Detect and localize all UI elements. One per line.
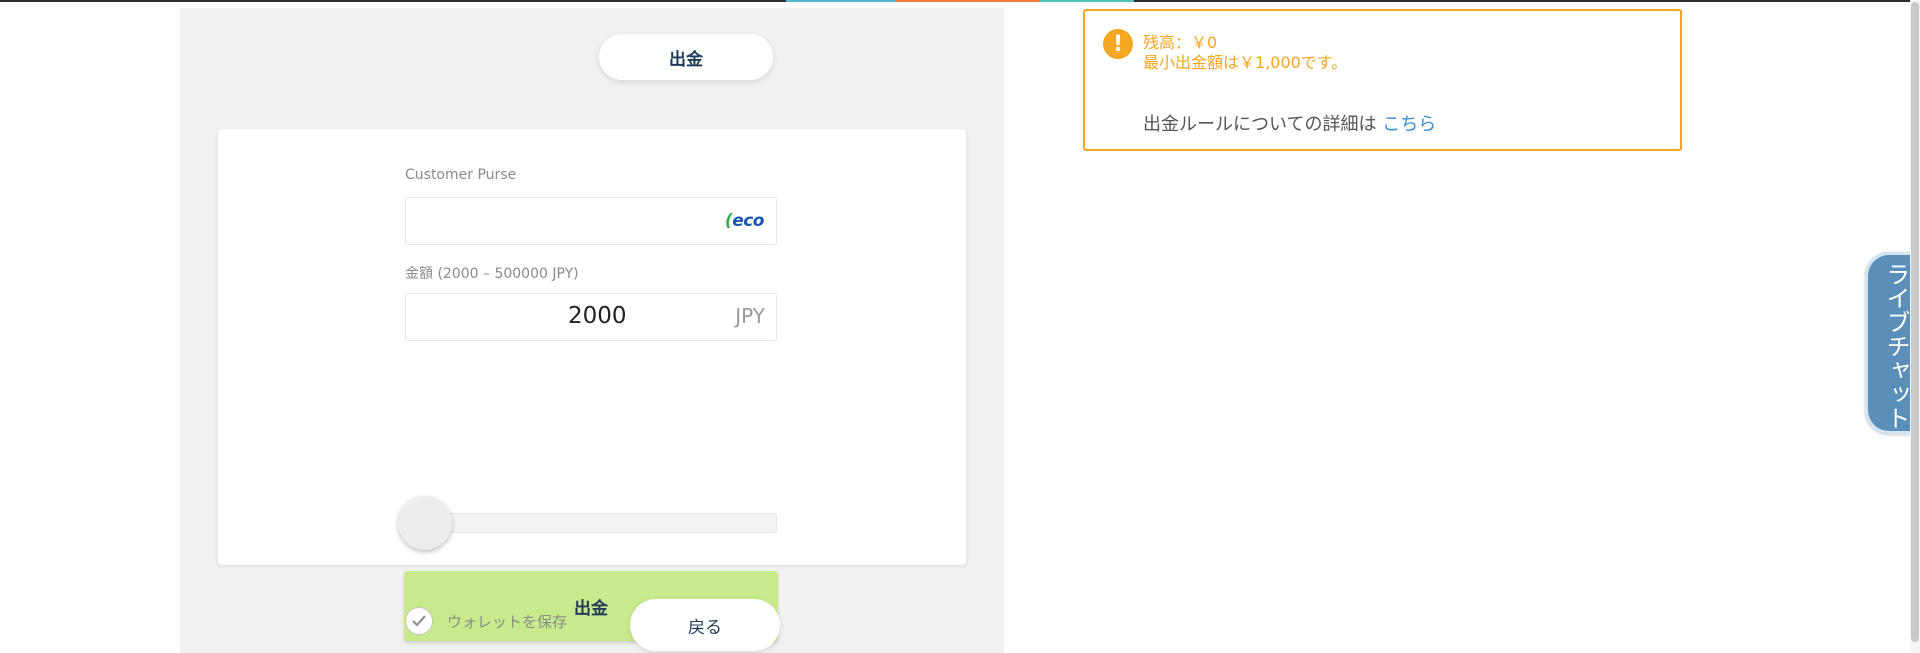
live-chat-label: ライブチャット [1882,262,1910,430]
save-wallet-label: ウォレットを保存 [447,612,568,631]
ecopayz-logo-icon: (eco [724,211,765,231]
top-bar-segment-blue [786,0,896,2]
rules-text: 出金ルールについての詳細は [1143,114,1377,135]
amount-currency: JPY [735,304,765,328]
back-button[interactable]: 戻る [630,599,780,651]
rules-link[interactable]: こちら [1382,114,1436,135]
top-progress-bar [0,0,1920,2]
amount-input[interactable]: 2000 JPY [405,293,777,341]
minimum-withdrawal-text: 最小出金額は￥1,000です。 [1143,53,1348,72]
checkmark-icon[interactable] [405,607,433,635]
amount-label: 金額 (2000 – 500000 JPY) [405,266,579,282]
exclamation-icon: ! [1103,29,1133,59]
balance-alert: ! 残高：￥0 最小出金額は￥1,000です。 出金ルールについての詳細は こち… [1083,9,1682,151]
customer-purse-input[interactable]: (eco [405,197,777,245]
withdrawal-panel: 入金 出金 Customer Purse (eco 金額 (2000 – 500… [180,8,1004,653]
top-bar-segment-orange [896,0,1040,2]
withdrawal-form-card: Customer Purse (eco 金額 (2000 – 500000 JP… [218,129,966,641]
purse-label: Customer Purse [405,167,517,183]
amount-value: 2000 [568,303,627,329]
amount-slider-track[interactable] [405,513,777,533]
scrollbar-thumb[interactable] [1911,2,1919,642]
amount-slider-handle[interactable] [398,496,452,550]
tab-withdraw[interactable]: 出金 [599,34,773,80]
withdrawal-rules-text: 出金ルールについての詳細は こちら [1143,110,1436,136]
top-bar-segment-teal [1040,0,1134,2]
save-wallet-checkbox[interactable]: ウォレットを保存 [405,607,567,635]
